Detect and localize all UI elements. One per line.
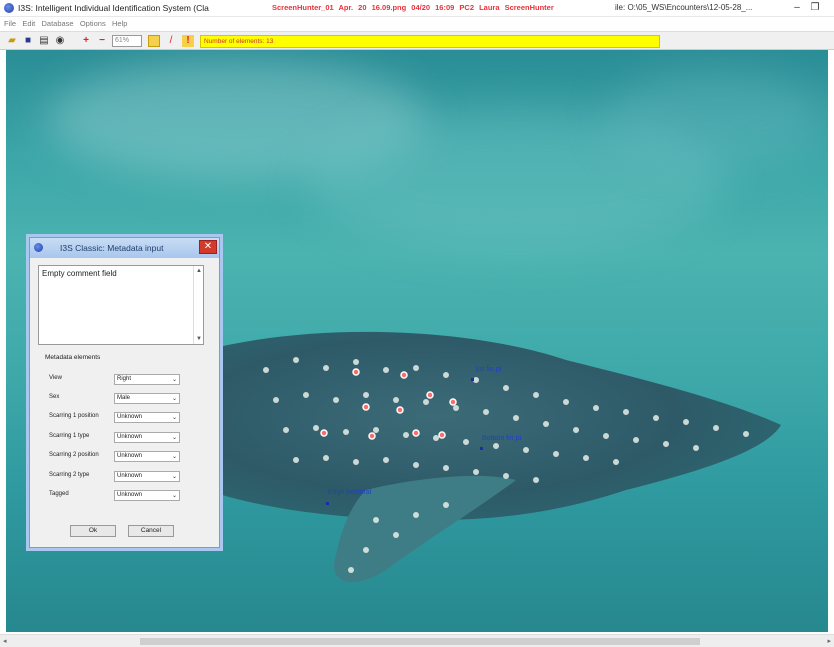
menu-help[interactable]: Help bbox=[112, 17, 127, 28]
dialog-app-icon bbox=[34, 243, 43, 252]
menu-bar: File Edit Database Options Help bbox=[0, 17, 834, 31]
meta-label: View bbox=[49, 375, 62, 381]
meta-label: Scarring 2 type bbox=[49, 472, 90, 478]
marker-edge-pectoral-dot[interactable] bbox=[326, 502, 329, 505]
file-path: ile: O:\05_WS\Encounters\12-05-28_... bbox=[615, 3, 753, 12]
dialog-title: I3S Classic: Metadata input bbox=[60, 243, 164, 253]
toolbar: ▰ ■ ▤ ◉ + − 61% / ! Number of elements: … bbox=[0, 31, 834, 50]
select-value: Unknown bbox=[117, 473, 143, 479]
scroll-right-arrow-icon[interactable]: ▸ bbox=[827, 637, 831, 645]
dialog-close-button[interactable]: ✕ bbox=[199, 240, 217, 254]
view-select[interactable]: Right ⌄ bbox=[114, 374, 180, 385]
chevron-down-icon: ⌄ bbox=[171, 493, 177, 499]
select-value: Male bbox=[117, 395, 131, 401]
element-count-text: Number of elements: 13 bbox=[204, 38, 274, 45]
chevron-down-icon: ⌄ bbox=[171, 454, 177, 460]
meta-label: Scarring 1 type bbox=[49, 433, 90, 439]
chevron-down-icon: ⌄ bbox=[171, 474, 177, 480]
pointer-tool-icon[interactable] bbox=[148, 35, 160, 47]
restore-button[interactable]: ❐ bbox=[806, 1, 824, 14]
warning-icon[interactable]: ! bbox=[182, 35, 194, 47]
minimize-button[interactable]: – bbox=[788, 1, 806, 14]
comment-scrollbar[interactable]: ▲ ▼ bbox=[193, 266, 203, 344]
chevron-down-icon: ⌄ bbox=[171, 415, 177, 421]
zoom-in-icon[interactable]: + bbox=[80, 35, 92, 47]
meta-row-scarring-2-position: Scarring 2 position Unknown ⌄ bbox=[49, 451, 189, 462]
scarring-1-type-select[interactable]: Unknown ⌄ bbox=[114, 432, 180, 443]
horizontal-scrollbar[interactable]: ◂ ▸ bbox=[0, 634, 834, 647]
meta-label: Sex bbox=[49, 394, 60, 400]
comment-textarea[interactable]: Empty comment field ▲ ▼ bbox=[38, 265, 204, 345]
meta-row-scarring-1-type: Scarring 1 type Unknown ⌄ bbox=[49, 432, 189, 443]
title-bar: I3S: Intelligent Individual Identificati… bbox=[0, 0, 834, 17]
meta-label: Scarring 2 position bbox=[49, 452, 99, 458]
scarring-2-position-select[interactable]: Unknown ⌄ bbox=[114, 451, 180, 462]
status-field: Number of elements: 13 bbox=[200, 35, 660, 48]
zoom-level-field[interactable]: 61% bbox=[112, 35, 142, 47]
chevron-down-icon: ⌄ bbox=[171, 435, 177, 441]
window-title: I3S: Intelligent Individual Identificati… bbox=[18, 3, 209, 13]
open-folder-icon[interactable]: ▰ bbox=[6, 35, 18, 47]
select-value: Right bbox=[117, 376, 132, 382]
scroll-left-arrow-icon[interactable]: ◂ bbox=[3, 637, 7, 645]
dialog-title-bar[interactable]: I3S Classic: Metadata input ✕ bbox=[30, 238, 219, 258]
menu-file[interactable]: File bbox=[4, 17, 16, 28]
app-icon bbox=[4, 3, 14, 13]
draw-tool-icon[interactable]: / bbox=[165, 35, 177, 47]
chevron-down-icon: ⌄ bbox=[171, 396, 177, 402]
scroll-down-arrow-icon[interactable]: ▼ bbox=[196, 336, 202, 342]
menu-edit[interactable]: Edit bbox=[22, 17, 35, 28]
ok-button[interactable]: Ok bbox=[70, 525, 116, 537]
select-value: Unknown bbox=[117, 492, 143, 498]
menu-database[interactable]: Database bbox=[42, 17, 74, 28]
marker-first-fin-point: 1st fin pt bbox=[475, 366, 502, 373]
comment-text: Empty comment field bbox=[42, 269, 117, 278]
tagged-select[interactable]: Unknown ⌄ bbox=[114, 490, 180, 501]
cancel-button[interactable]: Cancel bbox=[128, 525, 174, 537]
select-value: Unknown bbox=[117, 434, 143, 440]
chevron-down-icon: ⌄ bbox=[171, 377, 177, 383]
scrollbar-thumb[interactable] bbox=[140, 638, 700, 645]
select-value: Unknown bbox=[117, 414, 143, 420]
meta-row-sex: Sex Male ⌄ bbox=[49, 393, 189, 404]
sex-select[interactable]: Male ⌄ bbox=[114, 393, 180, 404]
select-value: Unknown bbox=[117, 453, 143, 459]
meta-row-tagged: Tagged Unknown ⌄ bbox=[49, 490, 189, 501]
meta-label: Scarring 1 position bbox=[49, 413, 99, 419]
print-icon[interactable]: ▤ bbox=[38, 35, 50, 47]
screenhunter-overlay: ScreenHunter_01 Apr. 20 16.09.png 04/20 … bbox=[272, 3, 554, 12]
metadata-elements-heading: Metadata elements bbox=[45, 354, 101, 361]
meta-row-scarring-1-position: Scarring 1 position Unknown ⌄ bbox=[49, 412, 189, 423]
marker-bottom-fin-point-dot[interactable] bbox=[480, 447, 483, 450]
save-icon[interactable]: ■ bbox=[22, 35, 34, 47]
menu-options[interactable]: Options bbox=[80, 17, 106, 28]
marker-edge-pectoral: Edge pectoral bbox=[328, 489, 372, 496]
scarring-1-position-select[interactable]: Unknown ⌄ bbox=[114, 412, 180, 423]
binoculars-icon[interactable]: ◉ bbox=[54, 35, 66, 47]
scroll-up-arrow-icon[interactable]: ▲ bbox=[196, 268, 202, 274]
meta-row-view: View Right ⌄ bbox=[49, 374, 189, 385]
marker-bottom-fin-point: Bottom fin pt bbox=[482, 435, 522, 442]
meta-label: Tagged bbox=[49, 491, 69, 497]
scarring-2-type-select[interactable]: Unknown ⌄ bbox=[114, 471, 180, 482]
metadata-dialog: I3S Classic: Metadata input ✕ Empty comm… bbox=[29, 237, 220, 548]
marker-first-fin-point-dot[interactable] bbox=[471, 378, 474, 381]
zoom-out-icon[interactable]: − bbox=[96, 35, 108, 47]
meta-row-scarring-2-type: Scarring 2 type Unknown ⌄ bbox=[49, 471, 189, 482]
